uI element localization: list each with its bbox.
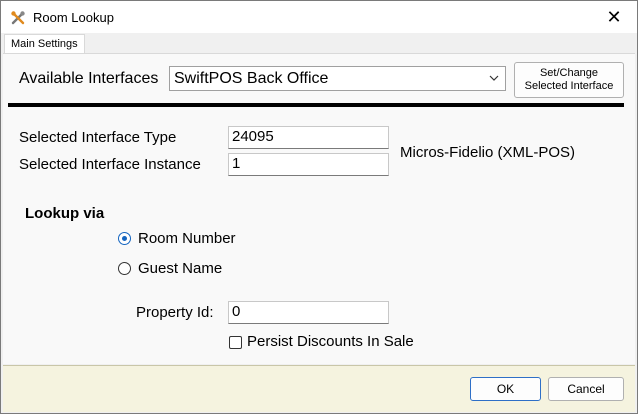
guest-name-label[interactable]: Guest Name: [138, 260, 222, 277]
selected-interface-value: SwiftPOS Back Office: [174, 70, 329, 87]
separator: [8, 103, 624, 107]
room-lookup-window: Room Lookup ✕ Main Settings Available In…: [0, 0, 638, 414]
property-id-label: Property Id:: [136, 304, 214, 321]
room-number-label[interactable]: Room Number: [138, 230, 236, 247]
interface-instance-field[interactable]: 1: [228, 153, 389, 176]
cancel-button[interactable]: Cancel: [548, 377, 624, 401]
persist-discounts-checkbox[interactable]: [229, 336, 242, 349]
available-interfaces-label: Available Interfaces: [19, 70, 159, 87]
room-number-radio[interactable]: [118, 232, 131, 245]
guest-name-radio[interactable]: [118, 262, 131, 275]
interface-type-label: Selected Interface Type: [19, 129, 177, 146]
tab-strip: Main Settings: [1, 33, 637, 55]
window-title: Room Lookup: [33, 10, 114, 25]
property-id-field[interactable]: 0: [228, 301, 389, 324]
ok-button[interactable]: OK: [470, 377, 541, 401]
set-change-interface-button[interactable]: Set/Change Selected Interface: [514, 62, 624, 98]
tools-icon: [11, 11, 25, 25]
lookup-via-heading: Lookup via: [25, 205, 105, 222]
interface-name-label: Micros-Fidelio (XML-POS): [400, 144, 576, 161]
interface-type-field[interactable]: 24095: [228, 126, 389, 149]
tab-main-settings[interactable]: Main Settings: [4, 34, 85, 55]
interface-instance-label: Selected Interface Instance: [19, 156, 201, 173]
close-button[interactable]: ✕: [591, 1, 637, 33]
persist-discounts-label[interactable]: Persist Discounts In Sale: [247, 333, 414, 350]
close-icon: ✕: [606, 6, 622, 27]
available-interfaces-combo[interactable]: SwiftPOS Back Office: [169, 66, 506, 91]
chevron-down-icon: [489, 75, 499, 81]
title-bar[interactable]: Room Lookup ✕: [1, 1, 637, 33]
